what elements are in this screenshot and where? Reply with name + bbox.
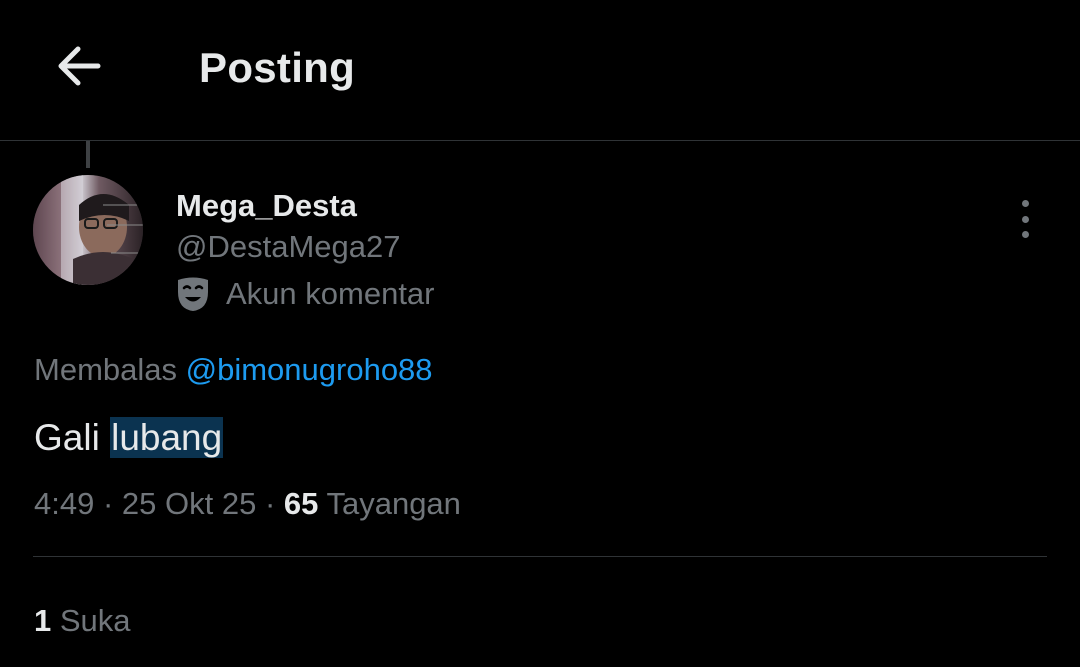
more-options-button[interactable] (1004, 196, 1046, 242)
account-label: Akun komentar (226, 276, 435, 311)
post-text-plain: Gali (34, 417, 100, 458)
divider (33, 556, 1047, 557)
meta-separator: · (264, 486, 276, 521)
avatar-photo (33, 175, 143, 285)
thread-connector-line (86, 141, 90, 168)
meta-separator: · (102, 486, 114, 521)
post-text: Gali lubang (34, 414, 224, 462)
back-button[interactable] (50, 40, 106, 92)
account-label-row: Akun komentar (176, 274, 435, 314)
likes-label: Suka (59, 603, 131, 638)
post-detail-screen: Posting Mega_Desta @DestaMega27 Akun kom… (0, 0, 1080, 667)
likes-count: 1 (34, 603, 52, 638)
author-handle[interactable]: @DestaMega27 (176, 227, 400, 267)
more-vertical-icon (1021, 200, 1029, 207)
likes-summary[interactable]: 1 Suka (34, 600, 131, 642)
post-time[interactable]: 4:49 (34, 486, 94, 521)
views-label: Tayangan (326, 486, 461, 521)
author-display-name[interactable]: Mega_Desta (176, 186, 357, 226)
reply-to-link[interactable]: @bimonugroho88 (186, 352, 433, 387)
top-app-bar: Posting (0, 0, 1080, 141)
arrow-left-icon (58, 46, 101, 86)
more-vertical-icon-dot (1021, 215, 1029, 223)
reply-context: Membalas @bimonugroho88 (34, 349, 433, 391)
page-title: Posting (199, 44, 356, 91)
post-meta: 4:49 · 25 Okt 25 · 65 Tayangan (34, 483, 461, 525)
reply-prefix: Membalas (34, 352, 177, 387)
post-text-selected[interactable]: lubang (110, 417, 224, 458)
theater-mask-icon (178, 277, 208, 311)
post-date[interactable]: 25 Okt 25 (122, 486, 256, 521)
more-vertical-icon-dot (1021, 231, 1029, 238)
views-count: 65 (283, 486, 319, 521)
avatar[interactable] (33, 175, 143, 285)
